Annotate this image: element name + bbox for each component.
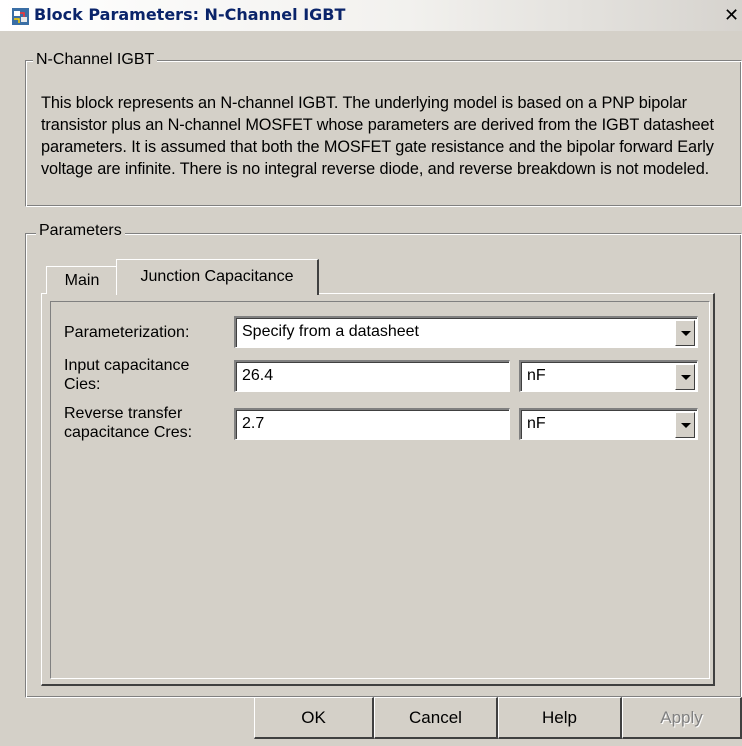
cies-unit-value: nF [527,367,546,384]
parameterization-select[interactable]: Specify from a datasheet [234,316,698,348]
cancel-button[interactable]: Cancel [374,697,498,739]
chevron-down-icon[interactable] [675,412,695,438]
tab-junction-capacitance[interactable]: Junction Capacitance [116,259,319,295]
apply-button[interactable]: Apply [622,697,742,739]
parameterization-value: Specify from a datasheet [242,323,419,340]
ok-button[interactable]: OK [254,697,374,739]
block-description: This block represents an N-channel IGBT.… [41,94,714,178]
cies-label-line1: Input capacitance [64,357,190,374]
cres-unit-select[interactable]: nF [519,408,698,440]
simulink-block-icon [12,8,29,25]
chevron-down-icon[interactable] [675,320,695,346]
close-icon[interactable]: ✕ [721,6,742,26]
window-title: Block Parameters: N-Channel IGBT [34,5,346,24]
cres-label-line1: Reverse transfer [64,405,183,422]
cies-unit-select[interactable]: nF [519,360,698,392]
description-group-legend: N-Channel IGBT [33,51,158,69]
parameterization-label: Parameterization: [64,324,190,341]
cres-label-line2: capacitance Cres: [64,424,193,441]
cies-input[interactable]: 26.4 [234,360,510,392]
chevron-down-icon[interactable] [675,364,695,390]
cres-unit-value: nF [527,415,546,432]
cies-label-line2: Cies: [64,376,101,393]
title-bar[interactable]: Block Parameters: N-Channel IGBT ✕ [0,0,742,31]
tab-main[interactable]: Main [46,266,118,294]
cres-input[interactable]: 2.7 [234,408,510,440]
help-button[interactable]: Help [498,697,622,739]
parameters-group-legend: Parameters [36,222,125,240]
